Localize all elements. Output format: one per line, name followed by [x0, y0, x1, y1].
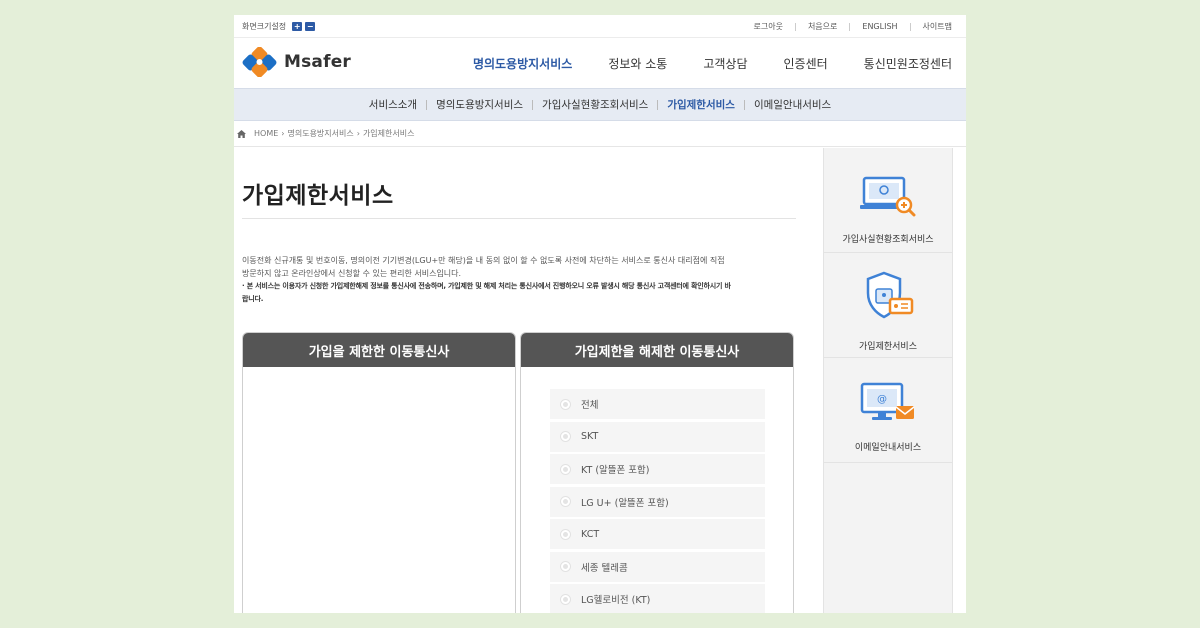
svg-text:@: @ [877, 394, 887, 405]
carrier-option-kt[interactable]: KT (알뜰폰 포함) [550, 454, 765, 484]
logo-text: Msafer [284, 52, 352, 72]
side-item-label: 가입사실현황조회서비스 [842, 235, 934, 245]
side-item-email-notice[interactable]: @ 이메일안내서비스 [824, 358, 952, 463]
sitemap-link[interactable]: 사이트맵 [911, 21, 952, 32]
carrier-option-sejong[interactable]: 세종 텔레콤 [550, 551, 765, 582]
released-carriers-header: 가입제한을 해제한 이동통신사 [521, 333, 793, 367]
nav-item-info-communication[interactable]: 정보와 소통 [608, 55, 667, 72]
zoom-in-button[interactable]: + [292, 22, 303, 31]
service-description: 이동전화 신규개통 및 번호이동, 명의이전 기기변경(LGU+만 해당)을 내… [242, 254, 796, 306]
breadcrumb-item[interactable]: 명의도용방지서비스 [287, 128, 353, 139]
side-item-subscription-inquiry[interactable]: 가입사실현황조회서비스 [824, 148, 952, 253]
carrier-option-skt[interactable]: SKT [550, 421, 765, 452]
carrier-list: 전체 SKT KT (알뜰폰 포함) LG U+ (알뜰폰 포함) KCT 세종… [550, 389, 765, 613]
logo[interactable]: Msafer [242, 47, 351, 77]
subnav-item-intro[interactable]: 서비스소개 [360, 97, 426, 112]
laptop-search-icon [860, 176, 916, 217]
chevron-right-icon: › [281, 129, 285, 138]
breadcrumb-home[interactable]: HOME [254, 129, 278, 138]
nav-item-certification-center[interactable]: 인증센터 [784, 55, 828, 72]
restricted-carriers-box: 가입을 제한한 이동통신사 [242, 332, 516, 613]
logo-icon [242, 47, 277, 77]
chevron-right-icon: › [356, 129, 360, 138]
nav-item-customer-support[interactable]: 고객상담 [703, 55, 747, 72]
released-carriers-box: 가입제한을 해제한 이동통신사 전체 SKT KT (알뜰폰 포함) LG U+… [520, 332, 794, 613]
english-link[interactable]: ENGLISH [850, 22, 909, 31]
carrier-label: 세종 텔레콤 [581, 562, 628, 574]
radio-button[interactable] [560, 593, 571, 605]
main-nav: 명의도용방지서비스 정보와 소통 고객상담 인증센터 통신민원조정센터 [437, 55, 952, 72]
carrier-label: SKT [581, 431, 599, 442]
home-icon [237, 129, 246, 138]
utility-bar: 화면크기설정 + − 로그아웃 처음으로 ENGLISH 사이트맵 [234, 15, 966, 38]
breadcrumb-current: 가입제한서비스 [362, 129, 415, 138]
nav-item-identity-protection[interactable]: 명의도용방지서비스 [473, 55, 572, 72]
subnav-item-subscription-restriction[interactable]: 가입제한서비스 [658, 97, 744, 112]
subnav-item-subscription-inquiry[interactable]: 가입사실현황조회서비스 [533, 97, 657, 112]
subnav-item-email-notice[interactable]: 이메일안내서비스 [745, 97, 840, 112]
header: Msafer 명의도용방지서비스 정보와 소통 고객상담 인증센터 통신민원조정… [234, 38, 966, 88]
side-item-subscription-restriction[interactable]: 가입제한서비스 [824, 253, 952, 358]
page: 화면크기설정 + − 로그아웃 처음으로 ENGLISH 사이트맵 Msafer [234, 15, 966, 613]
nav-item-complaint-center[interactable]: 통신민원조정센터 [864, 55, 952, 72]
carrier-label: 전체 [581, 400, 599, 411]
carrier-option-kct[interactable]: KCT [550, 519, 765, 549]
description-line: 이동전화 신규개통 및 번호이동, 명의이전 기기변경(LGU+만 해당)을 내… [242, 256, 725, 265]
zoom-out-button[interactable]: − [305, 22, 316, 31]
side-item-label: 이메일안내서비스 [854, 443, 922, 453]
sub-nav: 서비스소개 명의도용방지서비스 가입사실현황조회서비스 가입제한서비스 이메일안… [234, 88, 966, 121]
lock-shield-icon [866, 271, 914, 319]
carrier-label: LG U+ (알뜰폰 포함) [581, 497, 669, 509]
restricted-carriers-header: 가입을 제한한 이동통신사 [243, 333, 515, 367]
radio-button[interactable] [560, 561, 571, 572]
breadcrumb: HOME › 명의도용방지서비스 › 가입제한서비스 [234, 121, 966, 147]
side-quick-menu: 가입사실현황조회서비스 가입제한서비스 @ 이메일안내서비스 [823, 148, 953, 613]
description-line: 방문하지 않고 온라인상에서 신청할 수 있는 편리한 서비스입니다. [242, 269, 462, 278]
radio-button[interactable] [560, 528, 571, 540]
divider [242, 218, 796, 219]
radio-button[interactable] [560, 463, 571, 475]
carrier-label: KCT [581, 528, 600, 540]
zoom-label: 화면크기설정 [242, 22, 287, 31]
carrier-label: KT (알뜰폰 포함) [581, 465, 650, 476]
page-title: 가입제한서비스 [242, 183, 394, 209]
notice-line: · 본 서비스는 이용자가 신청한 가입제한해제 정보를 통신사에 전송하며, … [242, 282, 731, 290]
carrier-option-lgu[interactable]: LG U+ (알뜰폰 포함) [550, 486, 765, 517]
side-item-label: 가입제한서비스 [859, 342, 917, 352]
radio-button[interactable] [560, 398, 571, 410]
subnav-item-identity-protection[interactable]: 명의도용방지서비스 [427, 97, 532, 112]
radio-button[interactable] [560, 496, 571, 507]
zoom-control: 화면크기설정 + − [242, 21, 316, 32]
logout-link[interactable]: 로그아웃 [741, 21, 794, 32]
notice-line: 랍니다. [242, 295, 264, 303]
carrier-option-lghellovision[interactable]: LG헬로비전 (KT) [550, 584, 765, 613]
carrier-option-all[interactable]: 전체 [550, 389, 765, 419]
radio-button[interactable] [560, 431, 571, 442]
main-content: 가입제한서비스 이동전화 신규개통 및 번호이동, 명의이전 기기변경(LGU+… [242, 148, 796, 613]
utility-links: 로그아웃 처음으로 ENGLISH 사이트맵 [741, 21, 952, 32]
monitor-email-icon: @ [860, 382, 915, 420]
carrier-label: LG헬로비전 (KT) [581, 595, 651, 606]
home-link[interactable]: 처음으로 [796, 21, 849, 32]
